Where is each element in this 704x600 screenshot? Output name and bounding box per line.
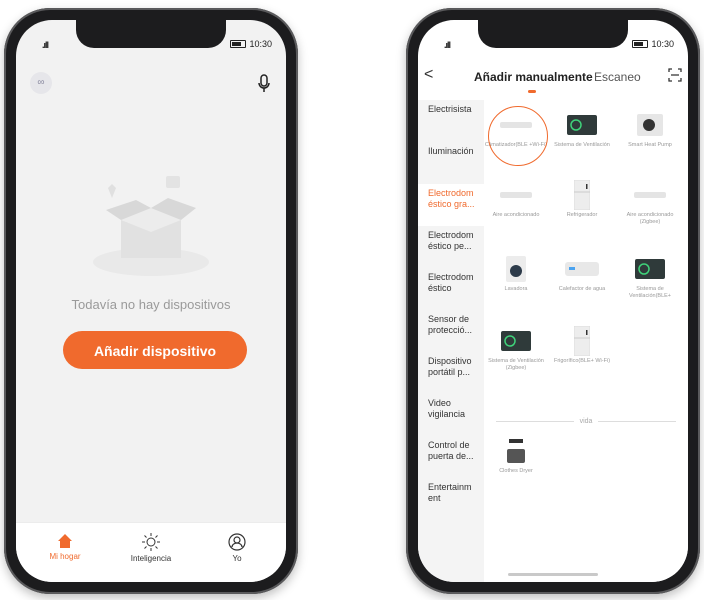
tab-me-label: Yo: [232, 554, 242, 563]
device-item[interactable]: Lavadora: [484, 256, 548, 293]
device-item[interactable]: Climatizador(BLE +Wi-Fi): [484, 106, 548, 166]
device-label: Lavadora: [504, 286, 528, 292]
tab-manual-add[interactable]: Añadir manualmente: [474, 70, 593, 84]
tab-home-label: Mi hogar: [49, 552, 81, 561]
add-device-header: < Añadir manualmente Escaneo: [418, 60, 688, 100]
device-item[interactable]: Refrigerador: [550, 180, 614, 219]
status-time: 10:30: [651, 39, 674, 49]
sun-icon: [142, 533, 160, 551]
tab-me[interactable]: Yo: [202, 523, 272, 582]
category-item[interactable]: Sensor de protecció...: [418, 310, 484, 352]
section-label: vida: [579, 417, 593, 425]
category-item[interactable]: Entertainm ent: [418, 478, 484, 520]
profile-icon: [228, 533, 246, 551]
device-item[interactable]: Smart Heat Pump: [618, 112, 682, 149]
category-item-active[interactable]: Electrodom éstico gra...: [418, 184, 484, 226]
category-item[interactable]: Electrodom éstico: [418, 268, 484, 310]
heat-pump-icon: [637, 114, 663, 136]
category-item[interactable]: Electrisista: [418, 100, 484, 142]
category-list: Electrisista Iluminación Electrodom ésti…: [418, 100, 484, 582]
device-item[interactable]: Clothes Dryer: [484, 438, 548, 475]
home-indicator: [508, 573, 598, 576]
device-label: Calefactor de agua: [558, 286, 606, 292]
device-label: Clothes Dryer: [499, 468, 533, 474]
battery-icon: [632, 40, 649, 48]
category-item[interactable]: Video vigilancia: [418, 394, 484, 436]
category-item[interactable]: Iluminación: [418, 142, 484, 184]
device-label: Smart Heat Pump: [628, 142, 672, 148]
signal-icon: .ıll: [444, 40, 451, 50]
phone-left: .ıll 10:30 ∞ Todavía no hay dispositivos: [4, 8, 298, 594]
device-item[interactable]: Sistema de Ventilación (Zigbee): [484, 328, 548, 372]
microphone-icon[interactable]: [256, 74, 272, 94]
device-label: Aire acondicionado: [492, 212, 540, 218]
add-device-screen: .ıll 10:30 < Añadir manualmente Escaneo …: [418, 20, 688, 582]
clothes-dryer-icon: [507, 439, 525, 463]
phone-right: .ıll 10:30 < Añadir manualmente Escaneo …: [406, 8, 700, 594]
battery-icon: [230, 40, 247, 48]
home-icon: [58, 534, 72, 548]
washing-machine-icon: [506, 256, 526, 282]
category-item[interactable]: Electrodom éstico pe...: [418, 226, 484, 268]
notch: [478, 20, 628, 48]
device-item[interactable]: Aire acondicionado: [484, 182, 548, 219]
ventilation-icon: [567, 115, 597, 135]
device-grid: Climatizador(BLE +Wi-Fi) Sistema de Vent…: [484, 100, 688, 582]
device-label: Frigorífico(BLE+ Wi-Fi): [553, 358, 611, 364]
empty-box-illustration: [93, 176, 209, 276]
status-time: 10:30: [249, 39, 272, 49]
water-heater-icon: [565, 262, 599, 276]
device-item[interactable]: Sistema de Ventilación: [550, 112, 614, 149]
empty-message: Todavía no hay dispositivos: [71, 297, 231, 312]
signal-icon: .ıll: [42, 40, 49, 50]
device-label: Sistema de Ventilación (Zigbee): [488, 358, 544, 371]
device-item[interactable]: Aire acondicionado (Zigbee): [618, 182, 682, 226]
fridge-ble-icon: [574, 326, 590, 356]
category-item[interactable]: Control de puerta de...: [418, 436, 484, 478]
device-item[interactable]: Frigorífico(BLE+ Wi-Fi): [550, 326, 614, 365]
refrigerator-icon: [574, 180, 590, 210]
tab-intelligence-label: Inteligencia: [130, 554, 172, 563]
category-item[interactable]: Dispositivo portátil p...: [418, 352, 484, 394]
active-tab-indicator: [528, 90, 536, 93]
scan-icon[interactable]: [668, 68, 682, 82]
device-item[interactable]: Calefactor de agua: [550, 256, 614, 293]
device-item[interactable]: Sistema de Ventilación(BLE+: [618, 256, 682, 300]
device-label: Sistema de Ventilación: [554, 142, 610, 148]
tab-intelligence[interactable]: Inteligencia: [116, 523, 186, 582]
tab-home[interactable]: Mi hogar: [30, 523, 100, 582]
back-button[interactable]: <: [424, 66, 433, 84]
device-label: Refrigerador: [566, 212, 598, 218]
section-divider: vida: [496, 416, 676, 426]
add-device-button[interactable]: Añadir dispositivo: [63, 331, 247, 369]
notch: [76, 20, 226, 48]
air-conditioner-zigbee-icon: [634, 192, 666, 198]
ventilation-zigbee-icon: [501, 331, 531, 351]
air-conditioner-icon: [500, 192, 532, 198]
ventilation-ble-icon: [635, 259, 665, 279]
home-screen: .ıll 10:30 ∞ Todavía no hay dispositivos: [16, 20, 286, 582]
tab-scan[interactable]: Escaneo: [594, 70, 641, 84]
home-selector-icon[interactable]: ∞: [30, 72, 52, 94]
bottom-tabbar: Mi hogar Inteligencia Yo: [16, 522, 286, 582]
device-label: Aire acondicionado (Zigbee): [626, 212, 674, 225]
device-label: Sistema de Ventilación(BLE+: [628, 286, 672, 299]
selection-ring: [488, 106, 548, 166]
